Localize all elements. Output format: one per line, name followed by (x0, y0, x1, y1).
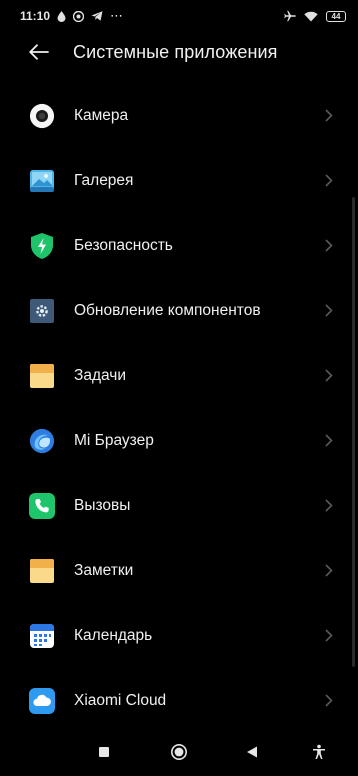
list-item-security[interactable]: Безопасность (0, 213, 358, 278)
status-bar-left: 11:10 ⋯ (20, 8, 123, 24)
list-item-calendar[interactable]: Календарь (0, 603, 358, 668)
list-item-component-update[interactable]: Обновление компонентов (0, 278, 358, 343)
status-bar-right: 44 (284, 10, 346, 22)
chrome-icon (73, 10, 85, 22)
back-nav-button[interactable] (247, 746, 258, 758)
square-icon (99, 747, 109, 757)
accessibility-button[interactable] (313, 744, 326, 760)
chevron-right-icon (324, 434, 334, 448)
tasks-icon (29, 363, 55, 389)
chevron-right-icon (324, 629, 334, 643)
navigation-bar (0, 728, 358, 776)
drop-icon (57, 10, 66, 22)
home-button[interactable] (171, 744, 188, 761)
chevron-right-icon (324, 174, 334, 188)
item-label: Галерея (74, 171, 134, 189)
chevron-right-icon (324, 239, 334, 253)
gallery-icon (29, 168, 55, 194)
item-label: Заметки (74, 561, 134, 579)
recents-button[interactable] (99, 747, 110, 758)
list-item-notes[interactable]: Заметки (0, 538, 358, 603)
scrollbar[interactable] (352, 197, 355, 667)
triangle-left-icon (247, 746, 257, 758)
home-circle-icon (171, 744, 187, 760)
item-label: Календарь (74, 626, 153, 644)
item-label: Xiaomi Cloud (74, 691, 167, 709)
list-item-mi-browser[interactable]: Mi Браузер (0, 408, 358, 473)
component-update-icon (29, 298, 55, 324)
item-label: Безопасность (74, 236, 173, 254)
list-item-phone[interactable]: Вызовы (0, 473, 358, 538)
page-title: Системные приложения (73, 41, 278, 62)
list-item-gallery[interactable]: Галерея (0, 148, 358, 213)
cloud-icon (29, 687, 55, 714)
list-item-camera[interactable]: Камера (0, 83, 358, 148)
item-label: Mi Браузер (74, 431, 154, 449)
item-label: Обновление компонентов (74, 301, 261, 319)
list-item-xiaomi-cloud[interactable]: Xiaomi Cloud (0, 668, 358, 733)
telegram-icon (91, 11, 103, 21)
battery-indicator: 44 (326, 10, 346, 22)
back-button[interactable] (27, 40, 51, 64)
list-item-tasks[interactable]: Задачи (0, 343, 358, 408)
chevron-right-icon (324, 694, 334, 708)
chevron-right-icon (324, 564, 334, 578)
security-icon (29, 232, 55, 259)
chevron-right-icon (324, 304, 334, 318)
calendar-icon (29, 623, 55, 649)
chevron-right-icon (324, 499, 334, 513)
camera-icon (29, 103, 55, 129)
accessibility-icon (313, 744, 325, 759)
wifi-icon (304, 11, 318, 22)
notes-icon (29, 558, 55, 584)
item-label: Камера (74, 106, 129, 124)
status-bar: 11:10 ⋯ 44 (0, 0, 358, 32)
item-label: Вызовы (74, 496, 131, 514)
item-label: Задачи (74, 366, 127, 384)
header: Системные приложения (0, 32, 358, 72)
status-time: 11:10 (20, 9, 51, 23)
back-arrow-icon (29, 44, 49, 60)
system-apps-list: Камера Галерея Безопасность Обновление к… (0, 83, 358, 733)
more-notifications-icon: ⋯ (110, 8, 123, 23)
chevron-right-icon (324, 369, 334, 383)
airplane-icon (284, 10, 296, 22)
mi-browser-icon (29, 428, 55, 454)
phone-icon (29, 492, 55, 519)
chevron-right-icon (324, 109, 334, 123)
